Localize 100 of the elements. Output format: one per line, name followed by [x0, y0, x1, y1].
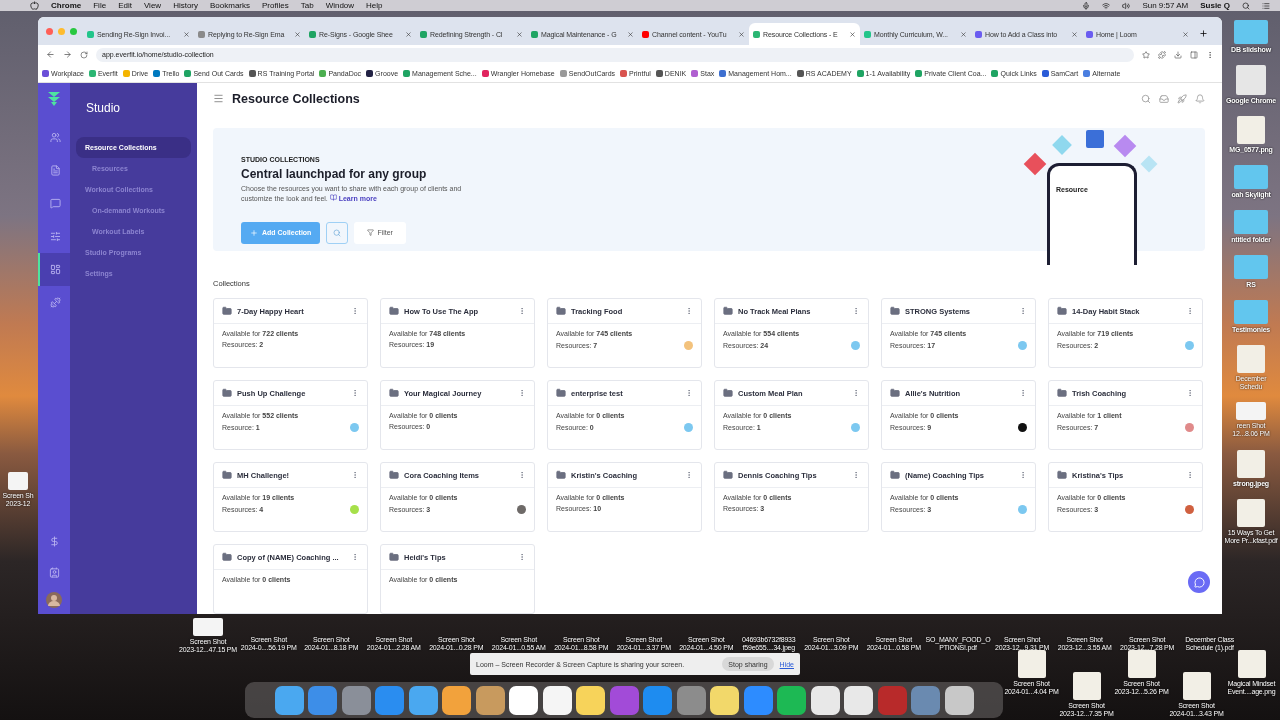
file-thumbnail[interactable]: [8, 472, 28, 490]
dock-app-icon[interactable]: [408, 685, 438, 715]
menu-user[interactable]: Susie Q: [1200, 1, 1230, 10]
file-thumbnail[interactable]: [1234, 20, 1268, 44]
close-tab-icon[interactable]: [294, 30, 301, 38]
more-icon[interactable]: [518, 553, 526, 561]
file-thumbnail[interactable]: [1236, 402, 1266, 421]
side-panel-icon[interactable]: [1190, 50, 1198, 59]
more-icon[interactable]: [685, 307, 693, 315]
close-tab-icon[interactable]: [960, 30, 967, 38]
search-icon[interactable]: [1242, 1, 1250, 10]
avatar[interactable]: [46, 592, 62, 608]
dock-app-icon[interactable]: [274, 685, 304, 715]
file-thumbnail[interactable]: [1234, 300, 1268, 325]
more-icon[interactable]: [518, 307, 526, 315]
more-icon[interactable]: [852, 389, 860, 397]
more-icon[interactable]: [1019, 307, 1027, 315]
menu-item[interactable]: Edit: [118, 1, 132, 10]
apple-icon[interactable]: [30, 1, 39, 10]
chat-icon: [1193, 576, 1205, 588]
more-icon[interactable]: [351, 389, 359, 397]
file-thumbnail[interactable]: [1234, 165, 1268, 190]
chat-button[interactable]: [1188, 571, 1210, 593]
more-icon[interactable]: [852, 471, 860, 479]
more-icon[interactable]: [685, 471, 693, 479]
dock-app-icon[interactable]: [442, 685, 471, 715]
more-icon[interactable]: [518, 389, 526, 397]
microphone-icon[interactable]: [1082, 1, 1091, 10]
more-icon[interactable]: [852, 307, 860, 315]
close-tab-icon[interactable]: [1182, 30, 1189, 38]
menu-item[interactable]: Help: [366, 1, 383, 10]
dollar-icon[interactable]: [48, 536, 60, 547]
file-thumbnail[interactable]: [1234, 255, 1268, 280]
rocket-icon[interactable]: [1177, 93, 1187, 104]
forward-icon[interactable]: [63, 50, 72, 59]
file-thumbnail[interactable]: [193, 618, 223, 637]
close-tab-icon[interactable]: [738, 30, 745, 38]
file-thumbnail[interactable]: [1182, 672, 1211, 700]
wifi-icon[interactable]: [1102, 1, 1111, 10]
dock-app-icon[interactable]: [509, 685, 538, 715]
close-button[interactable]: [46, 27, 53, 35]
menu-icon[interactable]: [213, 93, 224, 105]
new-tab-icon[interactable]: [1199, 29, 1208, 38]
file-thumbnail[interactable]: [1017, 650, 1046, 678]
file-thumbnail[interactable]: [1072, 672, 1101, 700]
more-icon[interactable]: [351, 471, 359, 479]
file-thumbnail[interactable]: [1237, 650, 1266, 678]
reload-icon[interactable]: [80, 50, 88, 59]
menu-item[interactable]: Profiles: [262, 1, 289, 10]
zoom-button[interactable]: [70, 27, 77, 35]
close-tab-icon[interactable]: [516, 30, 523, 38]
dock-app-icon[interactable]: [810, 685, 840, 715]
dock-app-icon[interactable]: [710, 685, 739, 715]
download-icon[interactable]: [1174, 50, 1182, 59]
more-icon[interactable]: [1186, 307, 1194, 315]
extensions-icon[interactable]: [1158, 50, 1166, 59]
contacts-icon[interactable]: [48, 567, 60, 578]
search-icon: [333, 228, 342, 237]
more-icon[interactable]: [351, 553, 359, 561]
menu-item[interactable]: Bookmarks: [210, 1, 251, 10]
menu-item[interactable]: Tab: [300, 1, 314, 10]
volume-icon[interactable]: [1122, 1, 1131, 10]
file-thumbnail[interactable]: [1127, 650, 1156, 678]
folder-icon: [1057, 306, 1067, 316]
control-center-icon[interactable]: [1262, 1, 1270, 10]
more-icon[interactable]: [1206, 50, 1214, 59]
file-thumbnail[interactable]: [1234, 210, 1268, 235]
file-thumbnail[interactable]: [1237, 498, 1265, 527]
back-icon[interactable]: [46, 50, 55, 59]
menu-item[interactable]: File: [93, 1, 107, 10]
more-icon[interactable]: [1019, 389, 1027, 397]
more-icon[interactable]: [1019, 471, 1027, 479]
menu-clock[interactable]: Sun 9:57 AM: [1142, 1, 1189, 10]
close-tab-icon[interactable]: [849, 30, 856, 38]
bell-icon[interactable]: [1195, 93, 1205, 104]
more-icon[interactable]: [518, 471, 526, 479]
file-thumbnail[interactable]: [1237, 449, 1265, 478]
menu-app-name[interactable]: Chrome: [51, 1, 82, 10]
dock-app-icon[interactable]: [944, 685, 974, 715]
dock-app-icon[interactable]: [475, 685, 505, 715]
close-tab-icon[interactable]: [183, 30, 190, 38]
close-tab-icon[interactable]: [1071, 30, 1078, 38]
folder-icon: [723, 306, 733, 316]
file-thumbnail[interactable]: [1237, 116, 1265, 145]
more-icon[interactable]: [1186, 471, 1194, 479]
menu-item[interactable]: View: [143, 1, 162, 10]
more-icon[interactable]: [1186, 389, 1194, 397]
file-thumbnail[interactable]: [1236, 65, 1266, 96]
menu-item[interactable]: History: [173, 1, 198, 10]
close-tab-icon[interactable]: [405, 30, 412, 38]
close-tab-icon[interactable]: [627, 30, 634, 38]
file-thumbnail[interactable]: [1237, 345, 1265, 374]
menu-item[interactable]: Window: [325, 1, 355, 10]
inbox-icon[interactable]: [1159, 93, 1169, 104]
dock-app-icon[interactable]: [576, 685, 605, 715]
dock-app-icon[interactable]: [542, 685, 572, 715]
dock-app-icon[interactable]: [844, 685, 873, 715]
more-icon[interactable]: [685, 389, 693, 397]
bookmark-star-icon[interactable]: [1142, 50, 1150, 59]
more-icon[interactable]: [351, 307, 359, 315]
